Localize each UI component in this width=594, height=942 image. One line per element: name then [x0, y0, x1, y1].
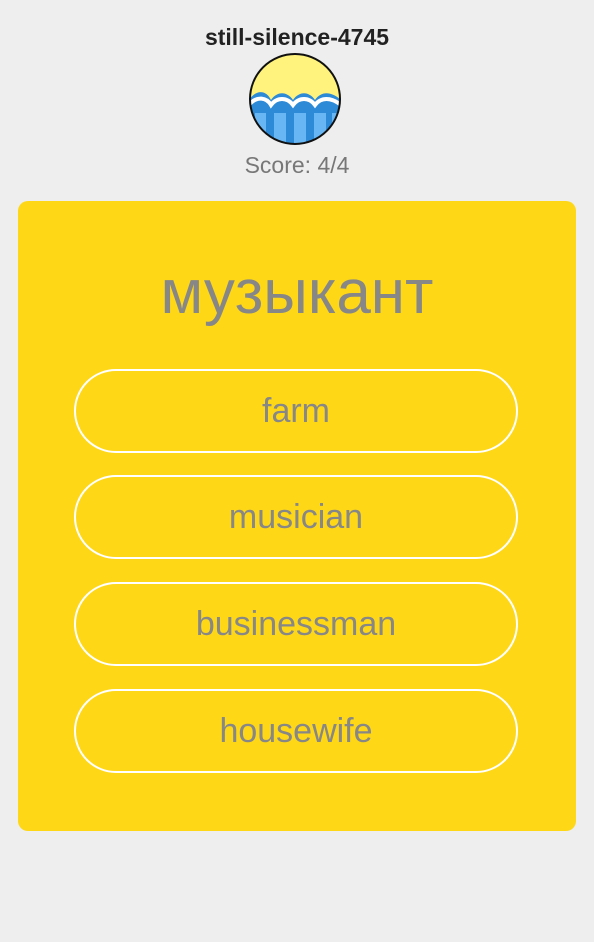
username: still-silence-4745	[204, 24, 390, 50]
quiz-card: музыкант farm musician businessman house…	[18, 201, 576, 831]
quiz-word: музыкант	[160, 258, 434, 327]
answer-option-farm[interactable]: farm	[74, 369, 518, 453]
answer-option-musician[interactable]: musician	[74, 475, 518, 559]
score-text: Score: 4/4	[244, 152, 350, 178]
waves-avatar-icon	[249, 53, 341, 145]
answer-option-housewife[interactable]: housewife	[74, 689, 518, 773]
user-header: still-silence-4745 Score: 4/4	[0, 0, 594, 195]
answer-option-businessman[interactable]: businessman	[74, 582, 518, 666]
